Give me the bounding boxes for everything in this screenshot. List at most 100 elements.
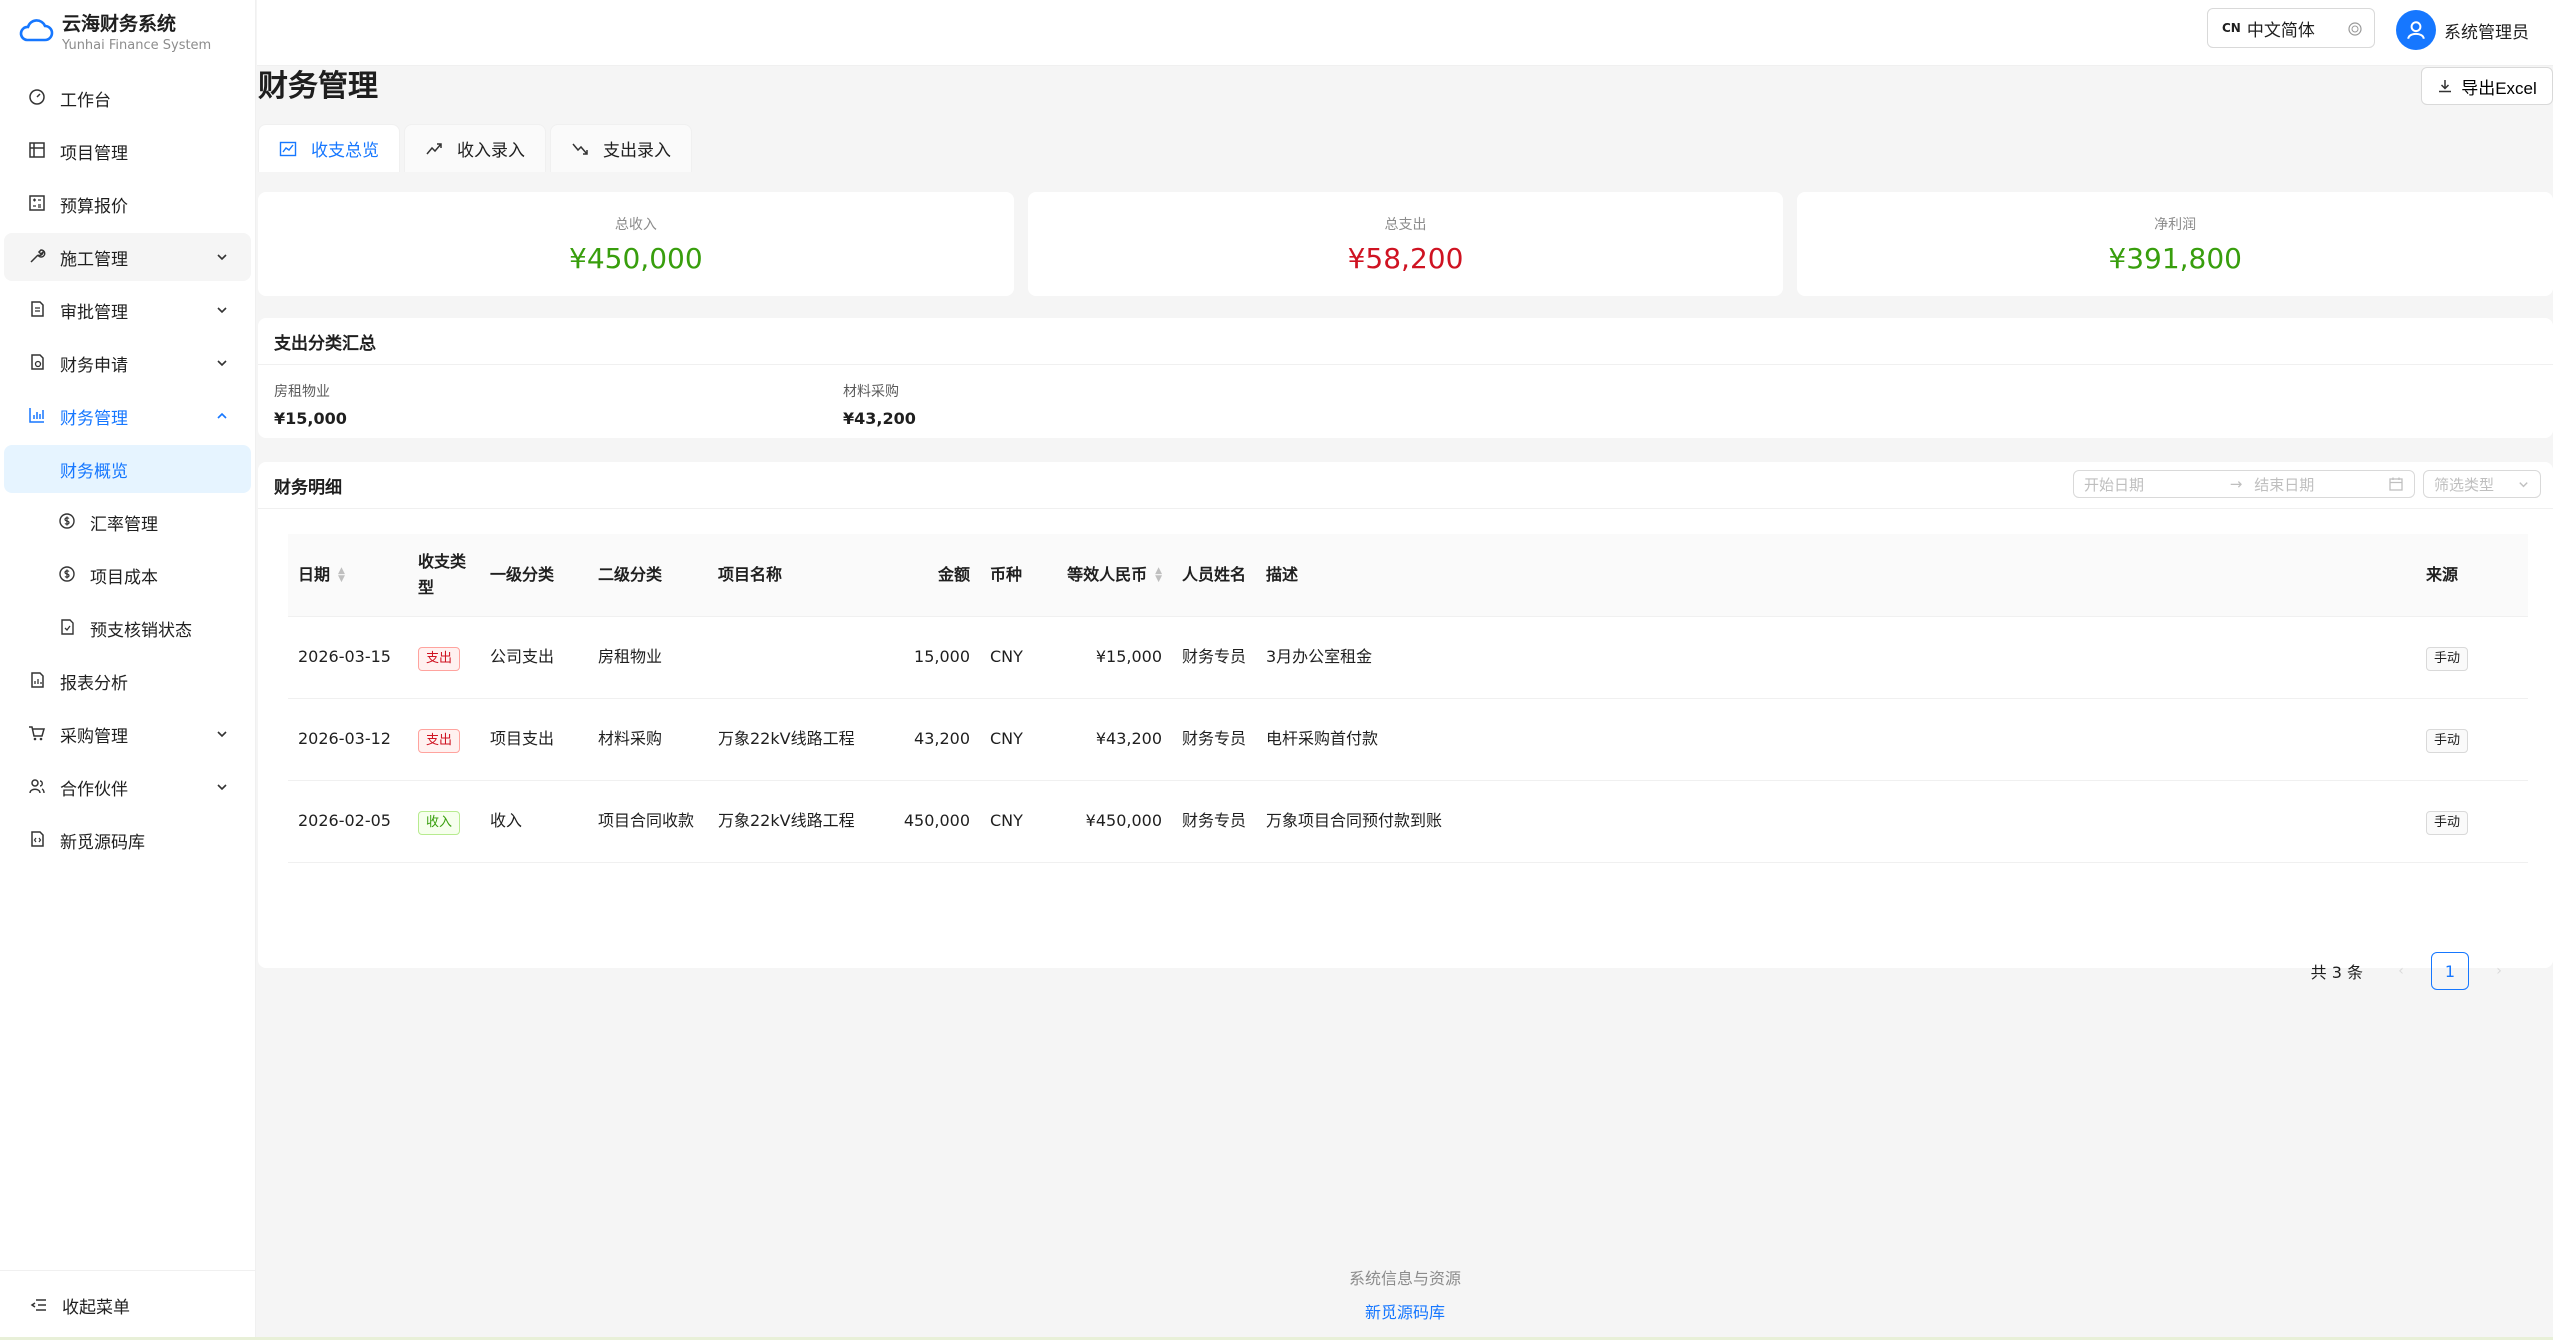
- table-cell-cny: ¥43,200: [1048, 698, 1172, 781]
- column-header-type: 收支类型: [408, 534, 480, 617]
- footer-link[interactable]: 新觅源码库: [257, 1299, 2553, 1323]
- menu-fold-icon: [30, 1296, 50, 1316]
- page-title: 财务管理: [258, 69, 378, 104]
- table-row: 2026-03-12 支出 项目支出 材料采购 万象22kV线路工程 43,200 CNY ¥…: [288, 698, 2528, 781]
- avatar[interactable]: [2396, 10, 2436, 50]
- chevron-down-icon: [2519, 481, 2528, 487]
- sidebar-item-reports[interactable]: 报表分析: [4, 657, 251, 705]
- status-badge: 收入: [418, 810, 461, 835]
- table-cell-cat2: 项目合同收款: [588, 780, 708, 863]
- end-date-input[interactable]: 结束日期: [2254, 474, 2388, 495]
- source-tag: 手动: [2426, 646, 2469, 671]
- table-cell-cat2: 材料采购: [588, 698, 708, 781]
- collapse-menu-label: 收起菜单: [62, 1298, 130, 1318]
- sidebar-item-finance-overview[interactable]: 财务概览: [4, 445, 251, 493]
- tab-income-entry[interactable]: 收入录入: [404, 124, 546, 172]
- table-cell-currency: CNY: [980, 780, 1048, 863]
- finance-detail-card: 财务明细 开始日期 → 结束日期 筛选类型 日期 ▲ ▼ 收支类型 一级分类 二…: [258, 462, 2553, 990]
- fall-icon: [572, 143, 588, 155]
- table-cell-cat1: 收入: [480, 780, 588, 863]
- sort-icon[interactable]: ▲ ▼: [1155, 567, 1162, 584]
- sidebar-item-project-cost[interactable]: 项目成本: [4, 551, 251, 599]
- user-menu[interactable]: 系统管理员: [2396, 10, 2529, 50]
- sidebar-item-projects[interactable]: 项目管理: [4, 127, 251, 175]
- report-icon: [28, 671, 48, 691]
- tool-icon: [28, 247, 48, 267]
- summary-title: 支出分类汇总: [258, 318, 2553, 365]
- column-header-cny[interactable]: 等效人民币 ▲ ▼: [1048, 534, 1172, 617]
- sort-icon[interactable]: ▲ ▼: [338, 567, 345, 584]
- sidebar-item-construction[interactable]: 施工管理: [4, 233, 251, 281]
- sidebar-item-code-library[interactable]: 新觅源码库: [4, 816, 251, 864]
- start-date-input[interactable]: 开始日期: [2084, 474, 2218, 495]
- sidebar-item-advance-status[interactable]: 预支核销状态: [4, 604, 251, 652]
- table-cell-source: 手动: [2416, 616, 2528, 699]
- dollar-icon: [58, 512, 78, 532]
- tab-overview[interactable]: 收支总览: [258, 124, 400, 172]
- next-page-button[interactable]: ›: [2483, 963, 2515, 979]
- column-header-amount: 金额: [868, 534, 980, 617]
- finance-tabs: 收支总览 收入录入 支出录入: [258, 124, 696, 172]
- sidebar-item-budget[interactable]: 预算报价: [4, 180, 251, 228]
- column-header-category1: 一级分类: [480, 534, 588, 617]
- table-cell-project: 万象22kV线路工程: [708, 780, 868, 863]
- table-cell-amount: 450,000: [868, 780, 980, 863]
- export-excel-button[interactable]: 导出Excel: [2421, 67, 2553, 105]
- brand-subtitle: Yunhai Finance System: [62, 38, 212, 53]
- prev-page-button[interactable]: ‹: [2385, 963, 2417, 979]
- table-cell-date: 2026-03-12: [288, 698, 408, 781]
- language-select[interactable]: CN 中文简体: [2207, 8, 2375, 48]
- chevron-down-icon: [215, 727, 229, 741]
- audit-icon: [28, 300, 48, 320]
- summary-item: 材料采购 ¥43,200: [843, 384, 916, 428]
- table-cell-source: 手动: [2416, 780, 2528, 863]
- page-number-button[interactable]: 1: [2431, 952, 2469, 990]
- collapse-menu-button[interactable]: 收起菜单: [0, 1270, 256, 1340]
- sidebar-item-exchange-rate[interactable]: 汇率管理: [4, 498, 251, 546]
- type-filter-select[interactable]: 筛选类型: [2423, 470, 2541, 498]
- sidebar-item-finance-request[interactable]: 财务申请: [4, 339, 251, 387]
- date-range-picker[interactable]: 开始日期 → 结束日期: [2073, 470, 2415, 498]
- file-icon: [28, 353, 48, 373]
- column-header-date[interactable]: 日期 ▲ ▼: [288, 534, 408, 617]
- total-count: 共 3 条: [2310, 963, 2363, 982]
- rise-icon: [426, 142, 442, 154]
- table-cell-currency: CNY: [980, 616, 1048, 699]
- column-header-currency: 币种: [980, 534, 1048, 617]
- sidebar-item-finance-management[interactable]: 财务管理: [4, 392, 251, 440]
- sidebar-item-approval[interactable]: 审批管理: [4, 286, 251, 334]
- chevron-down-icon: [215, 356, 229, 370]
- table-cell-project: [708, 616, 868, 699]
- table-cell-desc: 电杆采购首付款: [1256, 698, 2416, 781]
- table-row: 2026-03-15 支出 公司支出 房租物业 15,000 CNY ¥15,000 财务专员…: [288, 616, 2528, 699]
- table-cell-person: 财务专员: [1172, 780, 1256, 863]
- file-check-icon: [58, 618, 78, 638]
- sidebar-item-purchasing[interactable]: 采购管理: [4, 710, 251, 758]
- sidebar: 云海财务系统 Yunhai Finance System 工作台 项目管理 预算…: [0, 0, 256, 1340]
- partner-icon: [28, 777, 48, 797]
- summary-item: 房租物业 ¥15,000: [274, 384, 347, 428]
- language-label: 中文简体: [2246, 20, 2315, 41]
- sidebar-item-partners[interactable]: 合作伙伴: [4, 763, 251, 811]
- table-cell-amount: 43,200: [868, 698, 980, 781]
- footer-info: 系统信息与资源: [1348, 1269, 1461, 1288]
- calendar-icon: [2389, 477, 2403, 491]
- user-icon: [2407, 21, 2425, 40]
- stat-net-profit: 净利润 ¥391,800: [1797, 192, 2553, 296]
- language-code: CN: [2222, 21, 2241, 35]
- bar-chart-icon: [28, 406, 48, 426]
- stat-total-expense: 总支出 ¥58,200: [1027, 192, 1784, 296]
- tab-expense-entry[interactable]: 支出录入: [550, 124, 692, 172]
- table-cell-date: 2026-02-05: [288, 780, 408, 863]
- cloud-logo-icon: [18, 18, 54, 48]
- brand[interactable]: 云海财务系统 Yunhai Finance System: [0, 0, 255, 66]
- table-cell-cny: ¥450,000: [1048, 780, 1172, 863]
- column-header-category2: 二级分类: [588, 534, 708, 617]
- cart-icon: [28, 724, 48, 744]
- pagination: 共 3 条 ‹ 1 ›: [2311, 952, 2515, 990]
- chevron-down-icon: [215, 780, 229, 794]
- chevron-down-icon: [215, 250, 229, 264]
- stat-value: ¥58,200: [1347, 241, 1464, 275]
- source-tag: 手动: [2426, 728, 2469, 753]
- sidebar-item-workbench[interactable]: 工作台: [4, 74, 251, 122]
